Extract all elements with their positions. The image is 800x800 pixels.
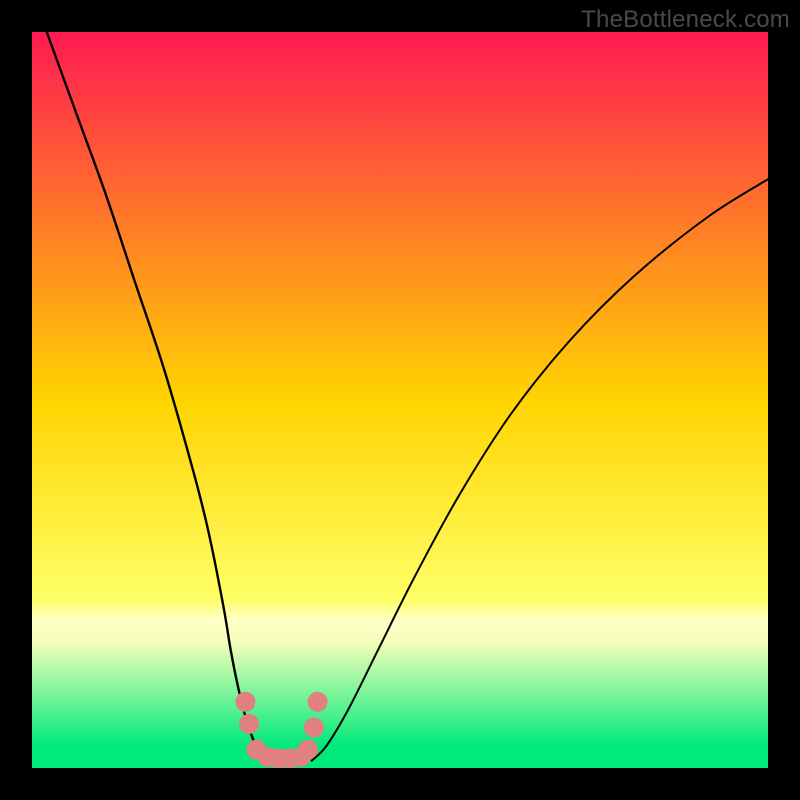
gradient-background	[32, 32, 768, 768]
basin-dot	[304, 718, 324, 738]
chart-frame: TheBottleneck.com	[0, 0, 800, 800]
watermark-label: TheBottleneck.com	[581, 6, 790, 34]
plot-area	[32, 32, 768, 768]
basin-dot	[298, 740, 318, 760]
chart-svg	[32, 32, 768, 768]
basin-dot	[235, 692, 255, 712]
basin-dot	[308, 692, 328, 712]
basin-dot	[239, 714, 259, 734]
